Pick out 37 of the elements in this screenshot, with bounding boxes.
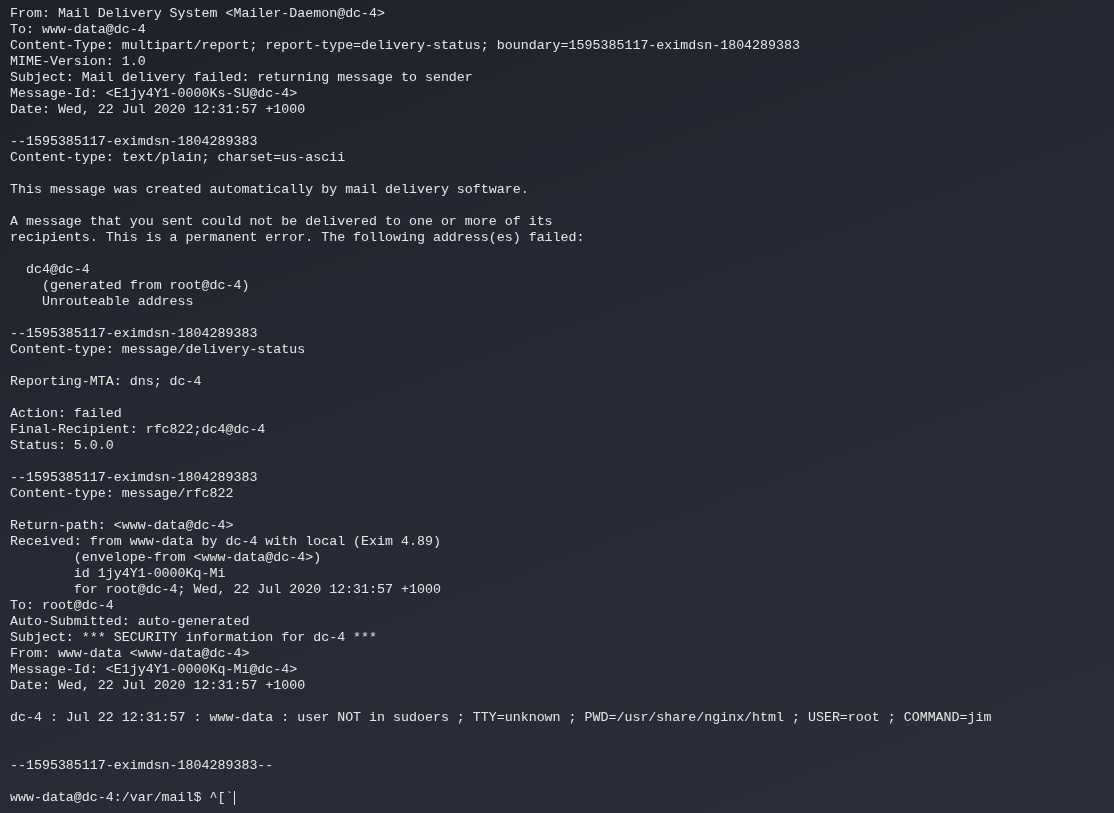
terminal-line: (generated from root@dc-4) xyxy=(40,278,250,294)
terminal-line: This message was created automatically by mail delivery software. xyxy=(10,182,529,198)
terminal-line: Subject: *** SECURITY information for dc-4 *** xyxy=(10,630,378,646)
terminal-line: --1595385117-eximdsn-1804289383-- xyxy=(10,758,274,774)
terminal-line: --1595385117-eximdsn-1804289383 xyxy=(10,470,258,486)
terminal-line: To: www-data@dc-4 xyxy=(10,22,146,38)
terminal-line: Message-Id: <E1jy4Y1-0000Ks-SU@dc-4> xyxy=(10,86,298,102)
shell-prompt: www-data@dc-4:/var/mail$ ^[` xyxy=(10,790,234,806)
terminal-line: Message-Id: <E1jy4Y1-0000Kq-Mi@dc-4> xyxy=(10,662,298,678)
terminal-line: Content-type: message/delivery-status xyxy=(10,342,306,358)
terminal-line: dc4@dc-4 xyxy=(24,262,90,278)
terminal-line: Received: from www-data by dc-4 with local (Exim 4.89) xyxy=(10,534,441,550)
terminal-line: To: root@dc-4 xyxy=(10,598,114,614)
terminal-line: From: www-data <www-data@dc-4> xyxy=(10,646,250,662)
terminal-line: --1595385117-eximdsn-1804289383 xyxy=(10,134,258,150)
terminal-line: Status: 5.0.0 xyxy=(10,438,114,454)
terminal-line: Content-type: text/plain; charset=us-ascii xyxy=(10,150,346,166)
terminal-line: Subject: Mail delivery failed: returning message to sender xyxy=(10,70,473,86)
terminal-line: From: Mail Delivery System <Mailer-Daemon@dc-4> xyxy=(10,6,386,22)
terminal-line: Date: Wed, 22 Jul 2020 12:31:57 +1000 xyxy=(10,678,306,694)
terminal-line: recipients. This is a permanent error. The following address(es) failed: xyxy=(10,230,585,246)
terminal-line: --1595385117-eximdsn-1804289383 xyxy=(10,326,258,342)
terminal-line: Content-Type: multipart/report; report-type=delivery-status; boundary=1595385117-eximdsn-1804289383 xyxy=(10,38,800,54)
terminal-line: MIME-Version: 1.0 xyxy=(10,54,146,70)
terminal-line: Action: failed xyxy=(10,406,122,422)
terminal-line: id 1jy4Y1-0000Kq-Mi xyxy=(72,566,226,582)
terminal-line: dc-4 : Jul 22 12:31:57 : www-data : user NOT in sudoers ; TTY=unknown ; PWD=/usr/share/nginx/html ; USER=root ; COMMAND=jim xyxy=(10,710,992,726)
terminal-line: Unrouteable address xyxy=(40,294,194,310)
terminal-line: Final-Recipient: rfc822;dc4@dc-4 xyxy=(10,422,266,438)
terminal-line: Return-path: <www-data@dc-4> xyxy=(10,518,234,534)
terminal-line: Date: Wed, 22 Jul 2020 12:31:57 +1000 xyxy=(10,102,306,118)
terminal-line: Auto-Submitted: auto-generated xyxy=(10,614,250,630)
terminal-line: Content-type: message/rfc822 xyxy=(10,486,234,502)
terminal-line: (envelope-from <www-data@dc-4>) xyxy=(72,550,322,566)
terminal-line: for root@dc-4; Wed, 22 Jul 2020 12:31:57 +1000 xyxy=(72,582,441,598)
terminal-line: A message that you sent could not be delivered to one or more of its xyxy=(10,214,553,230)
terminal-line: Reporting-MTA: dns; dc-4 xyxy=(10,374,202,390)
